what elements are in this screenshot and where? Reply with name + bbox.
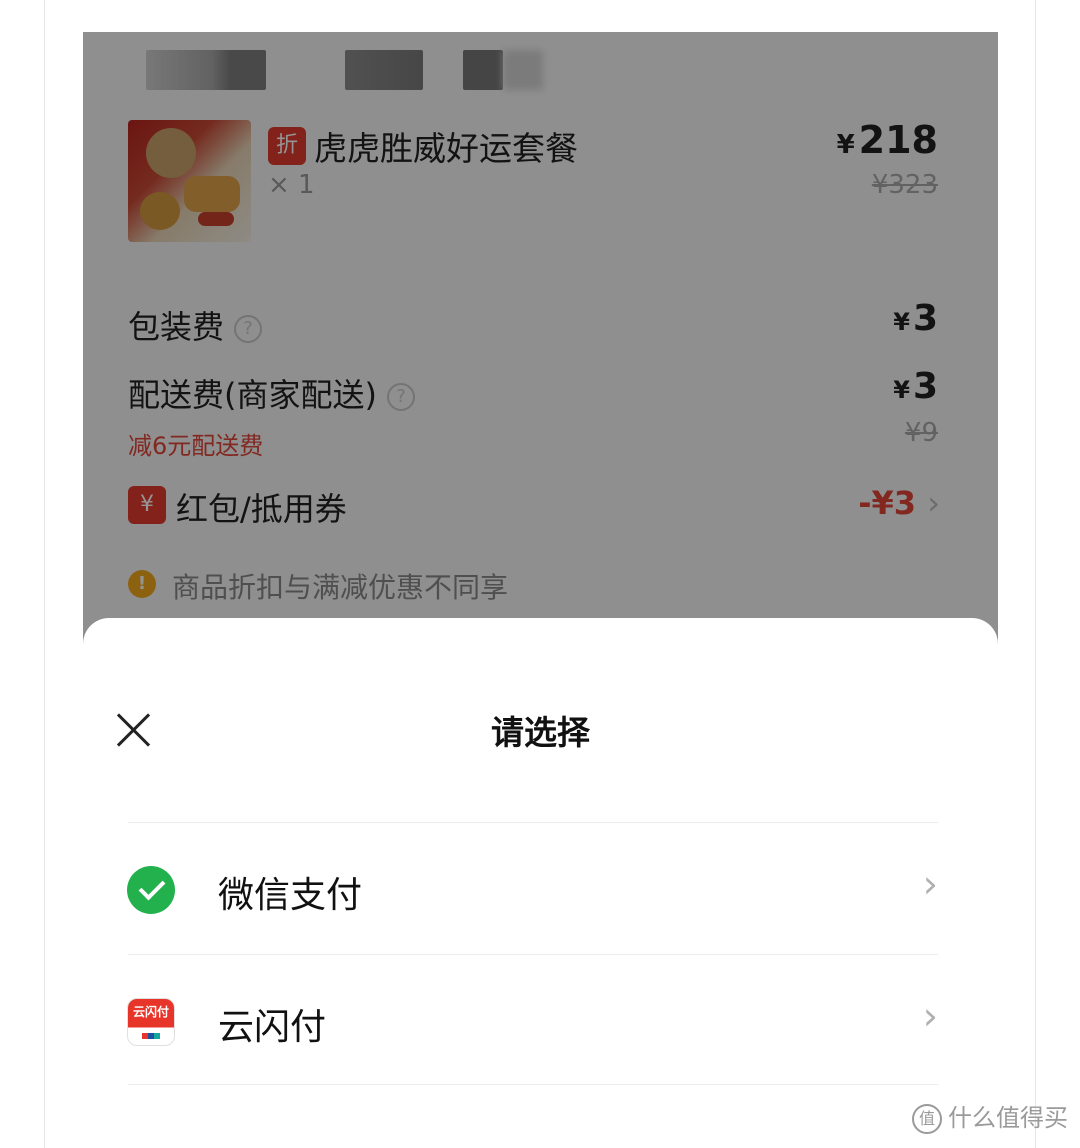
watermark-logo-icon: 值 [912, 1104, 942, 1134]
modal-backdrop[interactable] [83, 32, 998, 672]
page-border-left [44, 0, 45, 1148]
yunshanfu-icon: 云闪付 [127, 998, 175, 1046]
wechat-pay-icon [127, 866, 175, 914]
payment-method-sheet: 请选择 微信支付 › 云闪付 云闪付 › [83, 618, 998, 1148]
chevron-right-icon: › [922, 862, 938, 906]
yunshanfu-logo-text: 云闪付 [132, 1005, 169, 1019]
divider [128, 1084, 938, 1085]
page-border-right [1035, 0, 1036, 1148]
divider [128, 822, 938, 823]
chevron-right-icon: › [922, 994, 938, 1038]
payment-option-wechat[interactable]: 微信支付 › [83, 824, 998, 954]
divider [128, 954, 938, 955]
watermark-text: 什么值得买 [948, 1104, 1068, 1132]
sheet-title: 请选择 [491, 713, 590, 752]
payment-option-yunshanfu[interactable]: 云闪付 云闪付 › [83, 956, 998, 1086]
payment-option-label: 云闪付 [218, 1007, 327, 1048]
watermark: 值什么值得买 [912, 1098, 1068, 1134]
payment-option-label: 微信支付 [218, 875, 363, 916]
